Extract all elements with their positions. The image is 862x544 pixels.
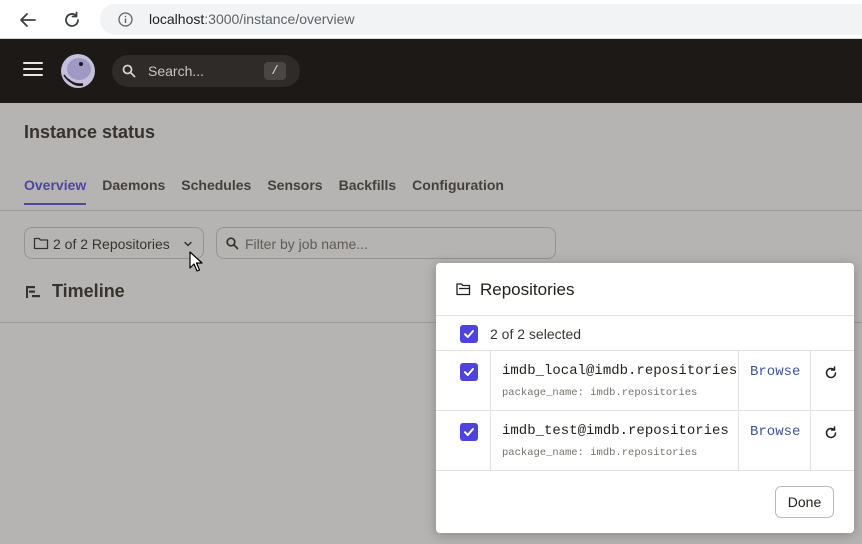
reload-button[interactable]: [58, 6, 86, 34]
reload-icon[interactable]: [824, 366, 838, 380]
search-icon: [122, 64, 136, 78]
url-path: :3000/instance/overview: [204, 11, 355, 27]
select-all-label: 2 of 2 selected: [490, 326, 582, 342]
dagster-logo: [61, 54, 95, 88]
info-icon[interactable]: [118, 12, 133, 27]
global-search[interactable]: Search... /: [112, 55, 300, 87]
dialog-title: Repositories: [480, 280, 575, 299]
back-button[interactable]: [14, 6, 42, 34]
select-all-checkbox[interactable]: [460, 325, 478, 343]
repository-row: imdb_local@imdb.repositories package_nam…: [436, 351, 854, 411]
column-divider: [490, 351, 491, 411]
reload-icon: [65, 11, 79, 27]
column-divider: [490, 411, 491, 471]
arrow-left-icon: [20, 13, 36, 27]
select-all-row: 2 of 2 selected: [436, 316, 854, 351]
done-button[interactable]: Done: [775, 486, 834, 518]
checkmark-icon: [464, 428, 474, 436]
browse-link[interactable]: Browse: [750, 364, 800, 380]
search-placeholder: Search...: [148, 63, 205, 79]
repository-package: package_name: imdb.repositories: [502, 387, 698, 399]
repository-checkbox[interactable]: [460, 363, 478, 381]
repository-name: imdb_test@imdb.repositories: [502, 423, 729, 439]
column-divider: [738, 411, 739, 471]
column-divider: [738, 351, 739, 411]
repository-name: imdb_local@imdb.repositories: [502, 363, 738, 379]
repository-checkbox[interactable]: [460, 423, 478, 441]
app-header: Search... /: [0, 39, 862, 103]
checkmark-icon: [464, 330, 474, 338]
checkmark-icon: [464, 368, 474, 376]
repository-package: package_name: imdb.repositories: [502, 447, 698, 459]
browse-link[interactable]: Browse: [750, 424, 800, 440]
mouse-cursor-icon: [189, 251, 203, 272]
browser-toolbar: localhost:3000/instance/overview: [0, 0, 862, 39]
address-bar[interactable]: localhost:3000/instance/overview: [100, 4, 862, 35]
column-divider: [810, 411, 811, 471]
folder-open-icon: [456, 283, 471, 296]
reload-icon[interactable]: [824, 426, 838, 440]
repository-row: imdb_test@imdb.repositories package_name…: [436, 411, 854, 471]
dialog-header: Repositories: [436, 263, 854, 316]
menu-icon[interactable]: [23, 62, 43, 78]
url-text[interactable]: localhost:3000/instance/overview: [149, 11, 354, 27]
search-shortcut-key: /: [264, 62, 286, 80]
url-host: localhost: [149, 11, 205, 27]
column-divider: [810, 351, 811, 411]
repositories-dialog: Repositories 2 of 2 selected imdb_local@…: [436, 263, 854, 533]
